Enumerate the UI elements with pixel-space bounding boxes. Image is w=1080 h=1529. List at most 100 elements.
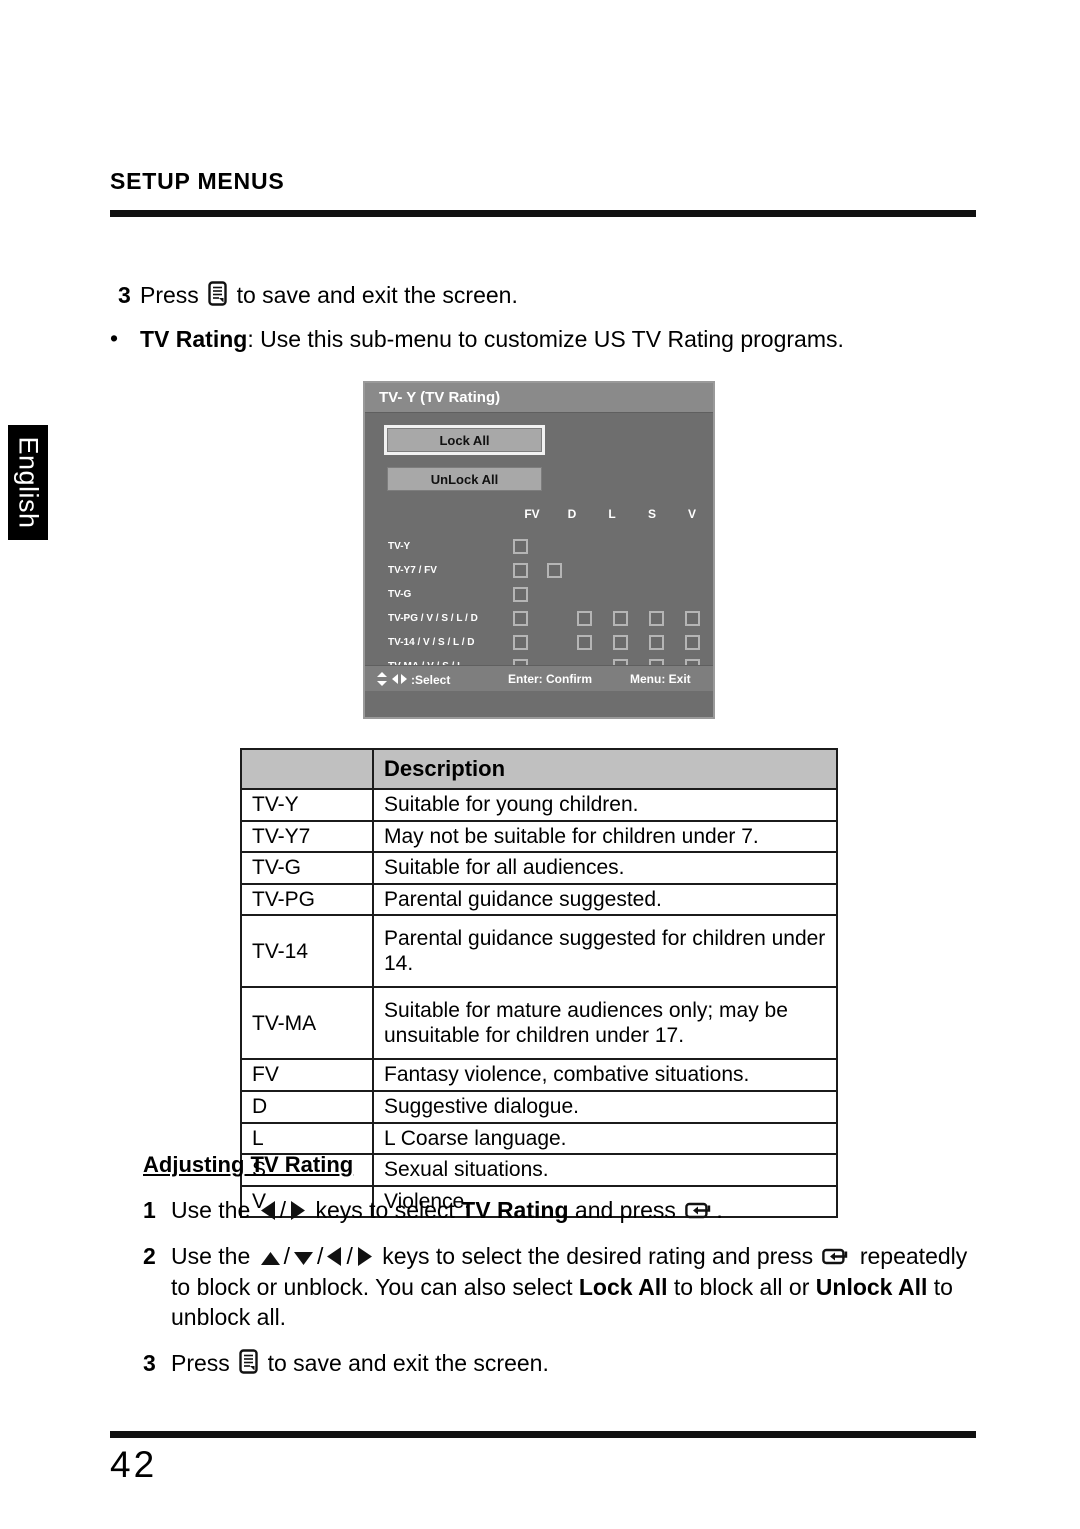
osd-rating-row: TV-Y (365, 537, 713, 561)
osd-column-header-l: L (608, 507, 616, 521)
rating-description-table: Description TV-Y Suitable for young child… (240, 748, 838, 1219)
osd-rating-checkbox[interactable] (613, 611, 628, 626)
step-text: Use the / keys to select TV Rating and p… (171, 1195, 988, 1225)
table-cell-code: TV-G (240, 851, 374, 885)
osd-rating-checkbox[interactable] (649, 611, 664, 626)
table-row: D Suggestive dialogue. (240, 1090, 838, 1124)
step2-slash-1: / (283, 1243, 291, 1270)
tv-rating-bullet: • TV Rating: Use this sub-menu to custom… (110, 324, 990, 354)
osd-column-header-d: D (567, 507, 577, 521)
menu-key-icon (239, 1349, 258, 1375)
osd-rating-checkbox[interactable] (685, 611, 700, 626)
step-text-pre: Press (140, 282, 199, 308)
adjusting-heading: Adjusting TV Rating (143, 1152, 354, 1177)
osd-rating-checkbox[interactable] (513, 539, 528, 554)
arrow-right-icon (289, 1200, 306, 1221)
step-text: Press to save and exit the screen. (171, 1348, 988, 1378)
table-cell-description: May not be suitable for children under 7… (372, 819, 838, 854)
table-cell-description: Fantasy violence, combative situations. (372, 1058, 838, 1093)
osd-title-bar: TV- Y (TV Rating) (365, 383, 713, 413)
adjusting-step-3: 3 Press to save and exit the screen. (143, 1348, 988, 1378)
osd-rating-checkbox[interactable] (577, 611, 592, 626)
osd-rating-row: TV-14 / V / S / L / D (365, 633, 713, 657)
osd-rating-checkbox[interactable] (513, 635, 528, 650)
step-number: 3 (143, 1350, 156, 1377)
table-row: TV-14 Parental guidance suggested for chi… (240, 914, 838, 989)
osd-rating-row-label: TV-Y (388, 541, 411, 552)
table-cell-code: TV-Y (240, 788, 374, 822)
table-row: LL Coarse language. (240, 1121, 838, 1156)
unlock-all-label: UnLock All (430, 471, 499, 487)
osd-rating-checkbox[interactable] (547, 563, 562, 578)
step-text: Use the / / / keys to select the desired… (171, 1241, 988, 1332)
enter-key-icon (822, 1247, 850, 1267)
footer-divider (110, 1431, 976, 1438)
arrow-left-icon (260, 1200, 277, 1221)
language-tab-label: English (13, 436, 44, 529)
language-tab: English (8, 425, 48, 540)
table-row: TV-Y Suitable for young children. (240, 788, 838, 822)
step1-part1: Use the (171, 1197, 251, 1223)
menu-key-icon (208, 281, 227, 306)
osd-rating-row: TV-Y7 / FV (365, 561, 713, 585)
step-number: 2 (143, 1243, 156, 1270)
osd-footer-select: :Select (375, 672, 450, 689)
osd-rating-row: TV-PG / V / S / L / D (365, 609, 713, 633)
lock-all-button[interactable]: Lock All (387, 428, 542, 452)
table-row: TV-G Suitable for all audiences. (240, 851, 838, 885)
step-number: 3 (118, 282, 131, 308)
osd-footer-confirm: Enter: Confirm (508, 672, 592, 686)
table-cell-description: Suitable for mature audiences only; may … (372, 986, 838, 1061)
bullet-term: TV Rating (140, 326, 248, 353)
adjusting-step-1: 1 Use the / keys to select TV Rating and… (143, 1195, 988, 1225)
osd-rating-checkbox[interactable] (613, 635, 628, 650)
osd-rating-checkbox[interactable] (685, 635, 700, 650)
step3-pre: Press (171, 1350, 230, 1377)
osd-rating-checkbox[interactable] (649, 635, 664, 650)
bullet-marker: • (110, 325, 119, 352)
step2-part4: to block all or (673, 1273, 810, 1300)
lock-all-label: Lock All (439, 432, 490, 448)
unlock-all-button[interactable]: UnLock All (387, 467, 542, 491)
table-cell-code: TV-PG (240, 882, 374, 917)
osd-rating-row-label: TV-G (388, 589, 412, 600)
step3-post: to save and exit the screen. (267, 1350, 549, 1377)
step-text: Press to save and exit the screen. (140, 280, 990, 310)
osd-title-label: TV- Y (TV Rating) (379, 389, 501, 406)
step1-term: TV Rating (461, 1197, 569, 1223)
table-header-row: Description (240, 748, 838, 790)
step-text-post: to save and exit the screen. (236, 282, 518, 308)
section-title: SETUP MENUS (110, 168, 285, 194)
osd-footer-select-label: :Select (411, 673, 451, 687)
table-row: TV-Y7 May not be suitable for children un… (240, 819, 838, 854)
table-cell-description: Suggestive dialogue. (372, 1090, 838, 1124)
osd-column-header-v: V (687, 507, 696, 521)
step1-period: . (716, 1197, 723, 1223)
step2-term-unlock-all: Unlock All (815, 1273, 928, 1300)
osd-rating-checkbox[interactable] (513, 611, 528, 626)
osd-rating-row-label: TV-14 / V / S / L / D (388, 637, 475, 648)
header-divider (110, 210, 976, 217)
table-cell-description: Suitable for young children. (372, 788, 838, 822)
table-cell-description: Parental guidance suggested for children… (372, 914, 838, 989)
step2-slash-3: / (346, 1243, 353, 1270)
osd-rating-row-label: TV-PG / V / S / L / D (388, 613, 478, 624)
osd-body: Lock All UnLock All FV D L S V TV-Y TV-Y7 / F… (365, 413, 713, 691)
table-cell-code: TV-Y7 (240, 819, 374, 854)
table-row: TV-PG Parental guidance suggested. (240, 882, 838, 917)
osd-rating-checkbox[interactable] (513, 563, 528, 578)
arrow-down-icon (293, 1250, 314, 1267)
osd-rating-checkbox[interactable] (577, 635, 592, 650)
step2-part2: keys to select the desired rating and pr… (382, 1243, 814, 1270)
osd-column-header-fv: FV (524, 507, 540, 521)
step1-part3: and press (574, 1197, 676, 1223)
table-cell-description: Suitable for all audiences. (372, 851, 838, 885)
osd-rating-checkbox[interactable] (513, 587, 528, 602)
osd-footer-bar: :Select Enter: Confirm Menu: Exit (365, 665, 713, 691)
table-row: FV Fantasy violence, combative situations… (240, 1058, 838, 1093)
page-header: SETUP MENUS (110, 168, 976, 217)
osd-column-header-s: S (647, 507, 656, 521)
arrow-up-icon (260, 1250, 281, 1267)
page-number: 42 (110, 1444, 158, 1485)
adjusting-step-2: 2 Use the / / / keys to select the desir… (143, 1241, 988, 1332)
